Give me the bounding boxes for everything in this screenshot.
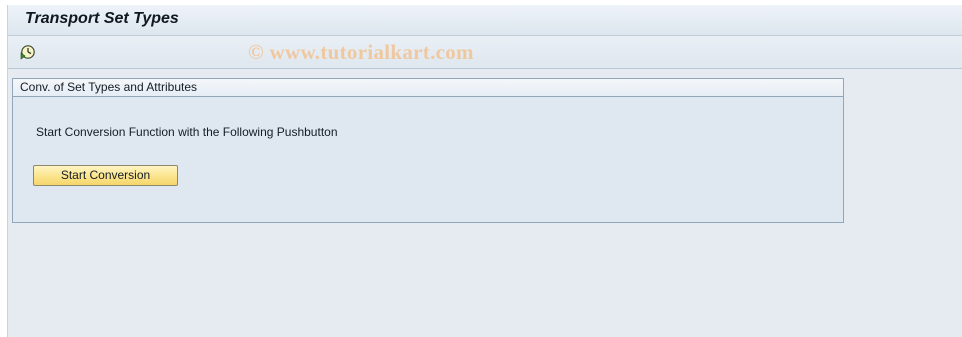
instruction-text: Start Conversion Function with the Follo… [36,125,338,139]
sap-window: Transport Set Types © www.tutorialkart.c… [7,5,962,337]
group-header: Conv. of Set Types and Attributes [13,79,843,97]
page-title: Transport Set Types [25,10,179,27]
start-conversion-button[interactable]: Start Conversion [33,165,178,186]
title-bar: Transport Set Types [8,5,962,36]
watermark-text: © www.tutorialkart.com [248,40,474,64]
execute-clock-icon-graphic [20,45,35,60]
conversion-group-box: Conv. of Set Types and Attributes Start … [12,78,844,223]
execute-clock-icon[interactable] [20,44,36,60]
group-title: Conv. of Set Types and Attributes [20,80,197,94]
main-content: Conv. of Set Types and Attributes Start … [8,69,962,337]
application-toolbar: © www.tutorialkart.com [8,36,962,69]
